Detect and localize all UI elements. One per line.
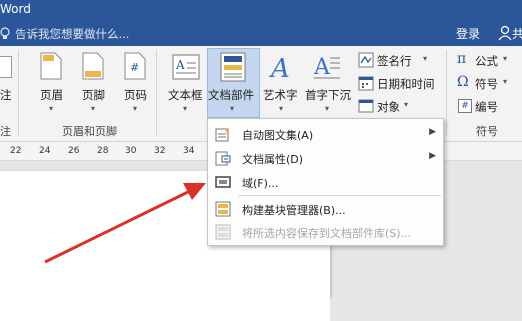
- menu-item-label: 域(F)...: [242, 177, 279, 190]
- menu-separator: [238, 195, 441, 196]
- menu-item-field[interactable]: 域(F)...: [208, 170, 443, 194]
- menu-item-label: 将所选内容保存到文档部件库(S)...: [242, 227, 412, 240]
- submenu-arrow-icon: ▶: [429, 127, 436, 137]
- menu-item-label: 自动图文集(A): [242, 129, 314, 142]
- submenu-arrow-icon: ▶: [429, 151, 436, 161]
- menu-item-building-blocks[interactable]: 构建基块管理器(B)...: [208, 197, 443, 221]
- menu-item-autotext[interactable]: 自动图文集(A) ▶: [208, 122, 443, 146]
- menu-item-label: 构建基块管理器(B)...: [242, 204, 346, 217]
- field-icon: [215, 176, 231, 188]
- save-selection-icon: [215, 224, 231, 240]
- menu-item-label: 文档属性(D): [242, 153, 304, 166]
- document-property-icon: [215, 151, 231, 166]
- autotext-icon: [215, 127, 230, 142]
- menu-item-save-selection[interactable]: 将所选内容保存到文档部件库(S)...: [208, 220, 443, 244]
- quick-parts-menu: 自动图文集(A) ▶ 文档属性(D) ▶ 域(F)... 构建基块管理器(B).…: [207, 118, 444, 246]
- building-blocks-icon: [215, 201, 231, 217]
- menu-item-document-property[interactable]: 文档属性(D) ▶: [208, 146, 443, 170]
